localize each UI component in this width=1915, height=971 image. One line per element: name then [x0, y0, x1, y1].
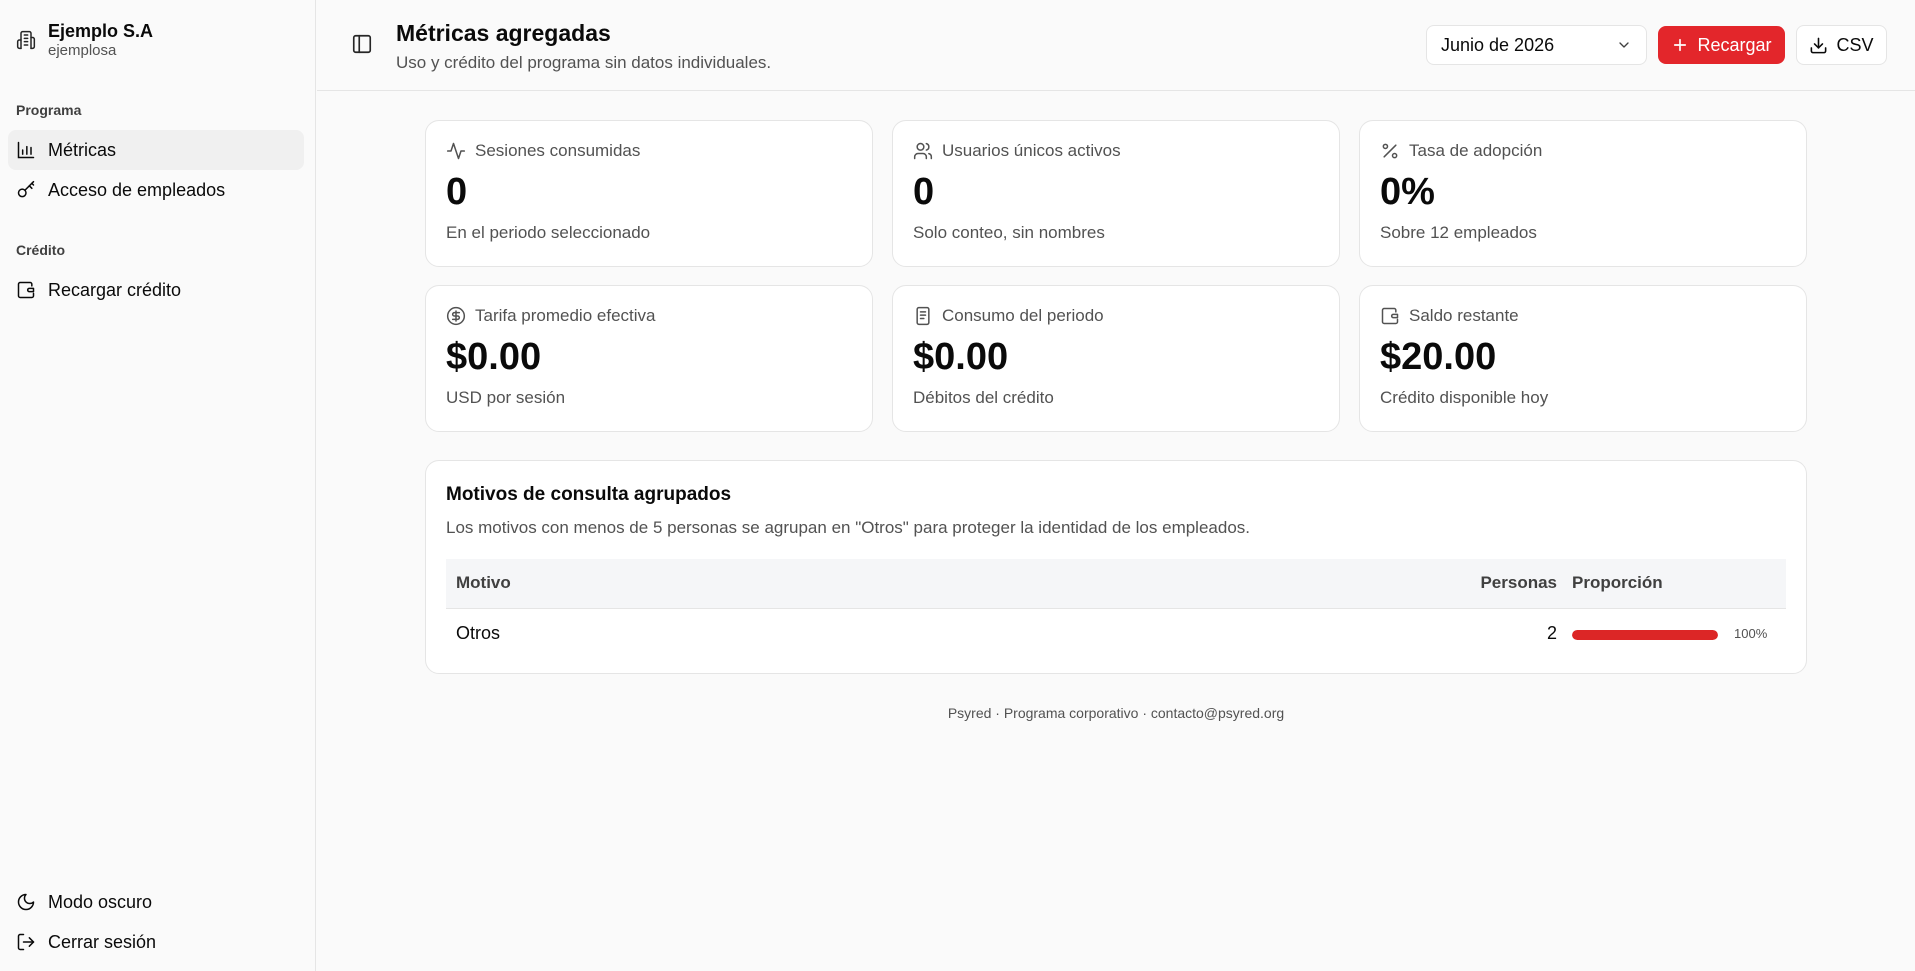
motivos-panel: Motivos de consulta agrupados Los motivo… [425, 460, 1807, 674]
card-value: $0.00 [913, 336, 1009, 378]
cell-proporcion-label: 100% [1734, 626, 1768, 641]
card-adopcion: Tasa de adopción 0% Sobre 12 empleados [1359, 120, 1807, 267]
card-value: $0.00 [446, 336, 542, 378]
moon-icon [17, 893, 35, 911]
chevron-down-icon [1619, 42, 1629, 48]
receipt-icon [916, 306, 930, 326]
plus-icon [1674, 38, 1687, 52]
sidebar-item-recargar-credito[interactable]: Recargar crédito [8, 270, 304, 310]
logout-label: Cerrar sesión [48, 931, 157, 952]
dark-mode-label: Modo oscuro [48, 891, 153, 912]
month-select-value: Junio de 2026 [1441, 34, 1555, 55]
brand-name: Ejemplo S.A [48, 21, 154, 41]
card-note: Débitos del crédito [913, 388, 1054, 407]
section-label-credito: Crédito [16, 242, 65, 258]
bar-chart-icon [17, 141, 35, 159]
sidebar: Ejemplo S.A ejemplosa Programa Métricas … [0, 0, 316, 971]
column-header-proporcion[interactable]: Proporción [1572, 573, 1663, 593]
motivos-description: Los motivos con menos de 5 personas se a… [446, 518, 1250, 537]
card-label: Saldo restante [1409, 306, 1519, 325]
card-label: Usuarios únicos activos [942, 141, 1121, 160]
sidebar-item-label: Métricas [48, 139, 117, 160]
card-value: $20.00 [1380, 336, 1497, 378]
wallet-icon [1381, 307, 1399, 325]
activity-icon [446, 142, 466, 160]
column-header-motivo[interactable]: Motivo [456, 573, 511, 593]
cell-personas: 2 [1546, 623, 1557, 643]
footer: Psyred · Programa corporativo · contacto… [947, 705, 1285, 721]
card-consumo: Consumo del periodo $0.00 Débitos del cr… [892, 285, 1340, 432]
dollar-circle-icon [446, 306, 466, 326]
table-row[interactable]: Otros 2 100% [446, 610, 1786, 658]
brand-handle: ejemplosa [48, 42, 117, 59]
card-value: 0 [913, 171, 935, 213]
building-icon [16, 30, 36, 50]
card-label: Sesiones consumidas [475, 141, 641, 160]
card-label: Tarifa promedio efectiva [475, 306, 656, 325]
proportion-bar-fill [1572, 630, 1718, 640]
card-tarifa: Tarifa promedio efectiva $0.00 USD por s… [425, 285, 873, 432]
csv-download-button[interactable]: CSV [1796, 25, 1887, 65]
table-header: Motivo Personas Proporción [446, 559, 1786, 609]
sidebar-item-label: Acceso de empleados [48, 179, 226, 200]
section-label-programa: Programa [16, 102, 82, 118]
logout-button[interactable]: Cerrar sesión [8, 922, 304, 962]
reload-button[interactable]: Recargar [1658, 26, 1785, 64]
motivos-title: Motivos de consulta agrupados [446, 484, 732, 505]
card-note: Solo conteo, sin nombres [913, 223, 1105, 242]
column-header-personas[interactable]: Personas [1480, 573, 1557, 593]
card-label: Consumo del periodo [942, 306, 1104, 325]
wallet-icon [17, 281, 35, 299]
card-label: Tasa de adopción [1409, 141, 1543, 160]
csv-button-label: CSV [1836, 34, 1874, 55]
proportion-bar [1572, 630, 1718, 640]
card-value: 0% [1380, 171, 1435, 213]
sidebar-item-label: Recargar crédito [48, 279, 182, 300]
page-title: Métricas agregadas [396, 20, 611, 46]
month-select[interactable]: Junio de 2026 [1426, 25, 1647, 65]
card-value: 0 [446, 171, 468, 213]
sidebar-item-acceso-empleados[interactable]: Acceso de empleados [8, 170, 304, 210]
logout-icon [17, 933, 35, 951]
card-note: Crédito disponible hoy [1380, 388, 1549, 407]
dark-mode-toggle[interactable]: Modo oscuro [8, 882, 304, 922]
page-subtitle: Uso y crédito del programa sin datos ind… [396, 53, 772, 72]
sidebar-item-metricas[interactable]: Métricas [8, 130, 304, 170]
users-icon [913, 142, 933, 160]
sidebar-toggle-icon[interactable] [351, 33, 373, 55]
percent-icon [1382, 143, 1398, 159]
card-note: En el periodo seleccionado [446, 223, 651, 242]
reload-button-label: Recargar [1697, 34, 1772, 55]
card-note: Sobre 12 empleados [1380, 223, 1537, 242]
cell-motivo: Otros [456, 623, 501, 643]
download-icon [1811, 37, 1827, 53]
card-usuarios: Usuarios únicos activos 0 Solo conteo, s… [892, 120, 1340, 267]
brand[interactable]: Ejemplo S.A ejemplosa [16, 20, 153, 60]
card-sesiones: Sesiones consumidas 0 En el periodo sele… [425, 120, 873, 267]
card-note: USD por sesión [446, 388, 566, 407]
page-header: Métricas agregadas Uso y crédito del pro… [317, 0, 1915, 91]
card-saldo: Saldo restante $20.00 Crédito disponible… [1359, 285, 1807, 432]
key-icon [17, 180, 35, 198]
